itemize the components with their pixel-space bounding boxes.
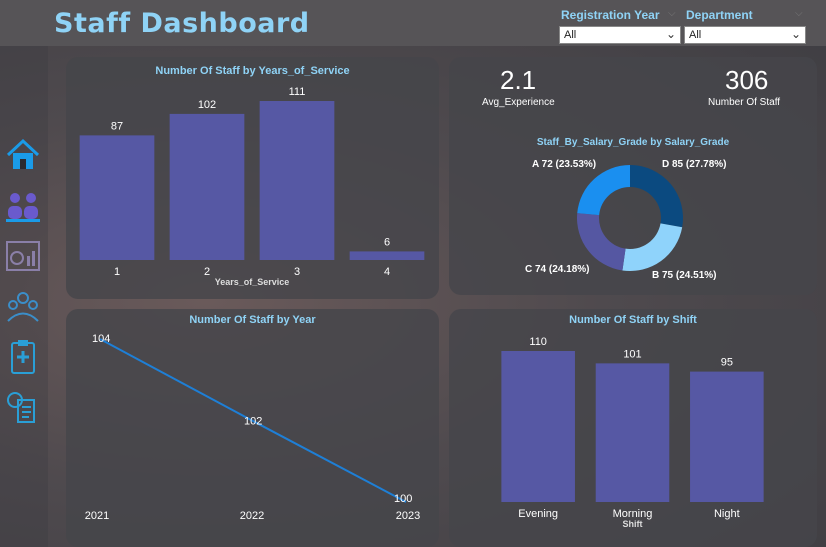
x-tick-label: 4: [384, 266, 390, 278]
page-title: Staff Dashboard: [54, 8, 310, 39]
staff-icon[interactable]: [4, 186, 42, 224]
staff-by-shift-chart: 110Evening101Morning95NightShift: [501, 336, 764, 529]
department-label: Department: [686, 8, 753, 22]
document-icon[interactable]: [4, 388, 42, 426]
slice-label: A 72 (23.53%): [532, 159, 596, 170]
bar-value-label: 95: [721, 357, 733, 369]
donut-slice: [630, 165, 683, 228]
years-of-service-panel: Number Of Staff by Years_of_Service 87 1 1…: [66, 57, 439, 299]
x-tick-label: 3: [294, 266, 300, 278]
slice-label: D 85 (27.78%): [662, 159, 726, 170]
chevron-down-icon[interactable]: ⌵: [795, 8, 803, 19]
analytics-icon[interactable]: [4, 238, 42, 276]
chevron-down-icon: ⌄: [665, 27, 676, 41]
x-tick-label: 1: [114, 266, 120, 278]
donut-slice: [622, 223, 683, 271]
registration-year-value: All: [564, 29, 577, 41]
bar-value-label: 111: [289, 86, 306, 98]
bar-value-label: 87: [111, 120, 123, 132]
slice-label: C 74 (24.18%): [525, 264, 589, 275]
x-tick-label: 2022: [240, 510, 264, 522]
staff-by-year-panel: Number Of Staff by Year 104 2021 102 2022 10…: [66, 309, 439, 547]
chevron-down-icon: ⌄: [790, 27, 801, 41]
team-icon[interactable]: [4, 288, 42, 326]
slice-label: B 75 (24.51%): [652, 270, 716, 281]
x-axis-title: Years_of_Service: [215, 277, 290, 287]
x-axis-title: Shift: [623, 519, 643, 529]
bar: [79, 135, 155, 260]
bar: [501, 351, 575, 502]
x-tick-label: 2: [204, 266, 210, 278]
registration-year-label: Registration Year: [561, 8, 660, 22]
bar-value-label: 102: [198, 99, 216, 111]
point-value-label: 104: [92, 333, 110, 345]
point-value-label: 100: [394, 493, 412, 505]
department-select[interactable]: All ⌄: [684, 26, 806, 44]
department-value: All: [689, 29, 702, 41]
bar: [690, 371, 764, 502]
donut-slice: [577, 165, 630, 216]
point-value-label: 102: [244, 416, 262, 428]
x-tick-label: Night: [714, 508, 740, 520]
registration-year-select[interactable]: All ⌄: [559, 26, 681, 44]
home-icon[interactable]: [4, 136, 42, 174]
bar: [595, 363, 670, 502]
staff-by-shift-panel: Number Of Staff by Shift 110 Evening 101 Mo…: [449, 309, 817, 547]
x-tick-label: 2021: [85, 510, 109, 522]
salary-grade-donut: D 85 (27.78%) B 75 (24.51%) C 74 (24.18%) A…: [525, 159, 726, 281]
bar-value-label: 110: [529, 336, 547, 348]
x-tick-label: Evening: [518, 508, 558, 520]
staff-by-year-chart: 104 2021 102 2022 100 2023: [85, 333, 420, 522]
bar: [349, 251, 425, 260]
bar: [259, 101, 335, 260]
donut-slice: [577, 213, 626, 271]
medical-clipboard-icon[interactable]: [4, 338, 42, 376]
bar: [169, 113, 245, 260]
bar-value-label: 101: [623, 348, 641, 360]
x-tick-label: 2023: [396, 510, 420, 522]
years-of-service-chart: 87 1 102 2 111 3 6 4 Years_of_Service: [79, 86, 425, 287]
bar-value-label: 6: [384, 236, 390, 248]
salary-grade-panel: 2.1 Avg_Experience 306 Number Of Staff S…: [449, 57, 817, 295]
chevron-down-icon[interactable]: ⌵: [668, 8, 676, 19]
